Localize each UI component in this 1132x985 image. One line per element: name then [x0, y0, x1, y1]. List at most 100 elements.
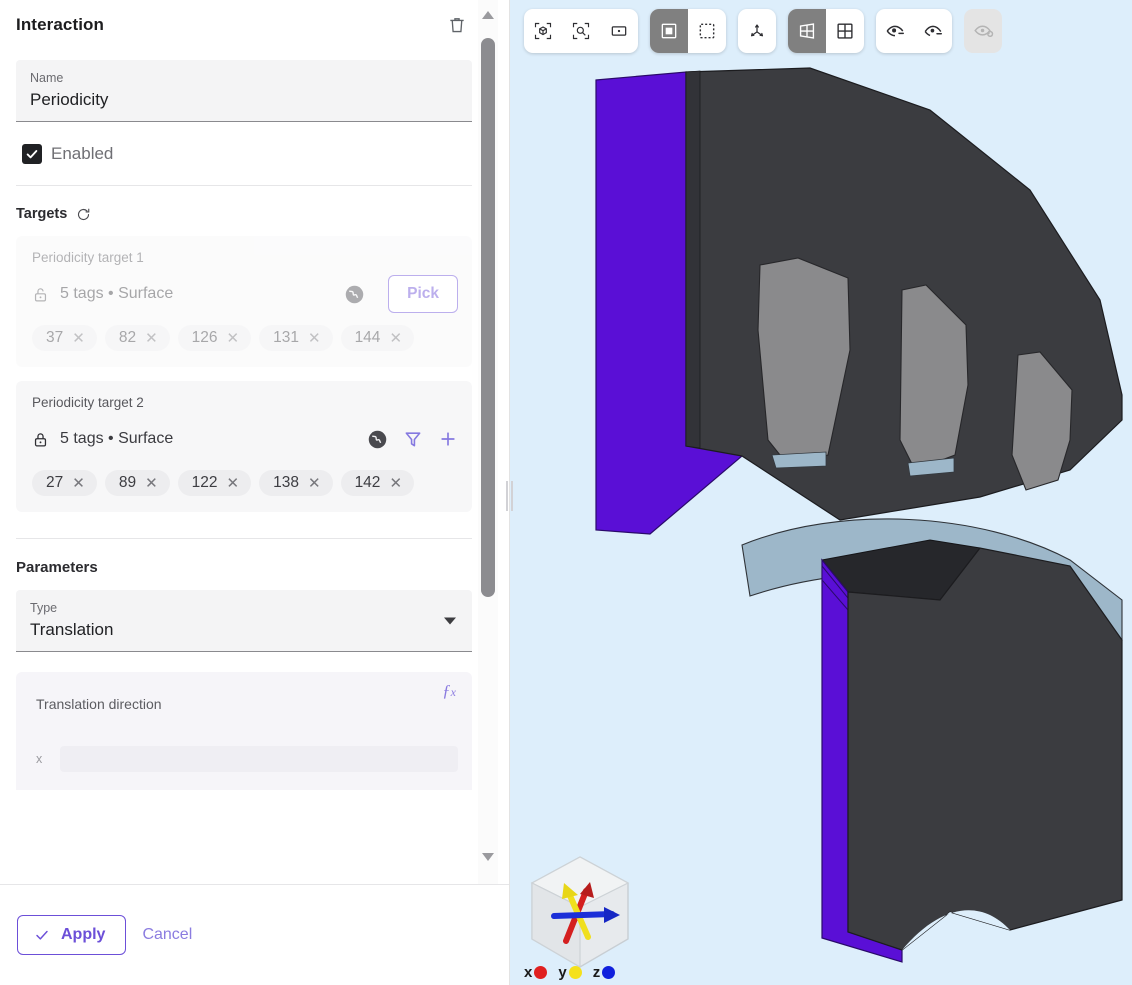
panel-footer: Apply Cancel [0, 884, 509, 985]
checkbox-box [22, 144, 42, 164]
target-2-description: 5 tags • Surface [60, 430, 174, 447]
toolbar-group-axes [738, 9, 776, 53]
target-1-description: 5 tags • Surface [60, 285, 174, 302]
hide-selected-icon[interactable] [876, 9, 914, 53]
perspective-view-icon[interactable] [788, 9, 826, 53]
panel-splitter[interactable] [504, 478, 514, 514]
axis-legend-x: x [524, 964, 554, 981]
apply-label: Apply [61, 926, 106, 943]
name-field[interactable]: Name Periodicity [16, 60, 472, 122]
tag-remove-icon[interactable]: ✕ [308, 476, 321, 491]
target-1-tags: 37 ✕ 82 ✕ 126 ✕ 131 ✕ 144 ✕ [32, 325, 458, 351]
tag-chip[interactable]: 89 ✕ [104, 470, 170, 496]
refresh-icon[interactable] [76, 207, 91, 222]
splitter-line [505, 481, 508, 511]
type-select[interactable]: Type Translation [16, 590, 472, 652]
tag-chip[interactable]: 144 ✕ [340, 325, 415, 351]
stator-segment[interactable] [595, 67, 1123, 535]
cad-model[interactable] [510, 0, 1132, 985]
axis-x-input[interactable] [60, 746, 458, 772]
tag-chip[interactable]: 131 ✕ [259, 325, 333, 351]
panel-scrollbar[interactable] [478, 0, 498, 884]
fit-to-window-icon[interactable] [600, 9, 638, 53]
orthographic-view-icon[interactable] [826, 9, 864, 53]
tag-label: 126 [191, 329, 218, 346]
axes-triad-icon[interactable] [738, 9, 776, 53]
tag-chip[interactable]: 126 ✕ [177, 325, 252, 351]
divider [16, 538, 472, 539]
tag-remove-icon[interactable]: ✕ [72, 476, 85, 491]
chevron-down-icon[interactable] [444, 617, 456, 624]
target-2-name: Periodicity target 2 [32, 395, 144, 410]
tag-remove-icon[interactable]: ✕ [145, 476, 158, 491]
toolbar-group-visibility [876, 9, 952, 53]
slot-wedge-1 [771, 451, 827, 469]
axis-z-dot [602, 966, 616, 979]
type-select-label: Type [30, 601, 58, 615]
splitter-line [510, 481, 513, 511]
rotor-segment[interactable] [741, 518, 1123, 963]
scrollbar-thumb[interactable] [481, 38, 495, 597]
tag-label: 27 [46, 474, 64, 491]
translation-direction-label: Translation direction [36, 696, 162, 712]
tag-chip[interactable]: 37 ✕ [32, 325, 97, 351]
trash-icon[interactable] [444, 12, 470, 38]
target-card-2[interactable]: Periodicity target 2 5 tags • Surface 27… [16, 381, 472, 512]
axis-z-name: z [592, 964, 601, 981]
3d-viewport[interactable]: x y z [510, 0, 1132, 985]
tag-remove-icon[interactable]: ✕ [389, 476, 402, 491]
zoom-to-selection-icon[interactable] [562, 9, 600, 53]
pick-button[interactable]: Pick [388, 275, 458, 313]
select-rubberband-icon[interactable] [688, 9, 726, 53]
tag-label: 144 [354, 329, 381, 346]
panel-scroll-area[interactable]: Interaction Name Periodicity Enabled Tar… [0, 0, 488, 884]
name-field-value: Periodicity [30, 90, 109, 109]
show-only-selected-icon[interactable] [914, 9, 952, 53]
tag-remove-icon[interactable]: ✕ [72, 331, 85, 346]
fit-to-object-icon[interactable] [524, 9, 562, 53]
filter-icon[interactable] [403, 429, 423, 449]
toolbar-group-view [788, 9, 864, 53]
scroll-up-arrow[interactable] [482, 11, 494, 19]
interaction-panel: Interaction Name Periodicity Enabled Tar… [0, 0, 513, 985]
tag-label: 131 [273, 329, 299, 346]
tag-label: 82 [118, 329, 137, 346]
apply-button[interactable]: Apply [17, 915, 127, 955]
enabled-label: Enabled [51, 144, 114, 163]
fx-icon[interactable]: ƒx [442, 681, 456, 701]
translation-direction-panel[interactable]: ƒx Translation direction x [16, 672, 472, 790]
axis-x-name: x [524, 964, 533, 981]
tag-chip[interactable]: 138 ✕ [259, 470, 333, 496]
tag-chip[interactable]: 142 ✕ [340, 470, 415, 496]
tag-remove-icon[interactable]: ✕ [389, 331, 402, 346]
lock-open-icon[interactable] [32, 286, 54, 303]
toolbar-group-selection [650, 9, 726, 53]
tag-chip[interactable]: 122 ✕ [177, 470, 252, 496]
tag-chip[interactable]: 82 ✕ [104, 325, 170, 351]
viewport-toolbar [524, 9, 1002, 53]
toolbar-group-zoom [524, 9, 638, 53]
tag-remove-icon[interactable]: ✕ [308, 331, 321, 346]
body-lower[interactable] [847, 547, 1123, 951]
globe-icon[interactable] [367, 429, 388, 450]
target-card-1[interactable]: Periodicity target 1 5 tags • Surface Pi… [16, 236, 472, 367]
select-box-icon[interactable] [650, 9, 688, 53]
tag-chip[interactable]: 27 ✕ [32, 470, 97, 496]
reset-visibility-icon [964, 9, 1002, 53]
axis-legend-y: y [558, 964, 588, 981]
targets-title: Targets [16, 206, 68, 222]
tag-remove-icon[interactable]: ✕ [227, 331, 240, 346]
plus-icon[interactable] [438, 429, 458, 449]
enabled-checkbox[interactable]: Enabled [22, 144, 488, 164]
scroll-down-arrow[interactable] [482, 853, 494, 861]
toolbar-group-reset [964, 9, 1002, 53]
cancel-button[interactable]: Cancel [142, 926, 192, 944]
lock-closed-icon[interactable] [32, 431, 54, 448]
navigation-cube[interactable] [520, 849, 640, 979]
globe-icon[interactable] [344, 284, 365, 305]
tag-remove-icon[interactable]: ✕ [227, 476, 240, 491]
tag-label: 122 [191, 474, 218, 491]
target-1-name: Periodicity target 1 [32, 250, 144, 265]
tag-remove-icon[interactable]: ✕ [145, 331, 158, 346]
tag-label: 142 [354, 474, 381, 491]
